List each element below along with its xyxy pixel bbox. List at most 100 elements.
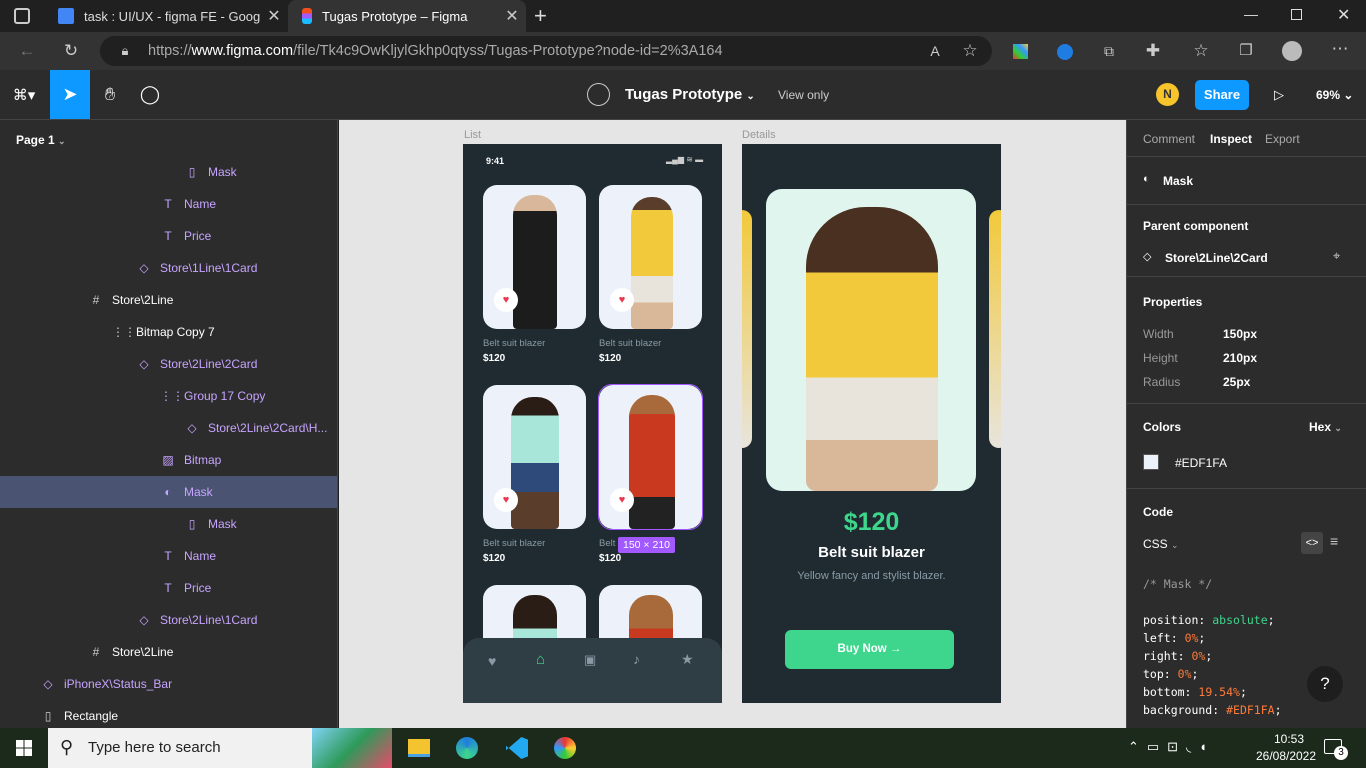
prop-value[interactable]: 210px [1223, 351, 1257, 365]
prop-value[interactable]: 25px [1223, 375, 1250, 389]
more-icon[interactable]: ⋯ [1325, 34, 1355, 64]
extensions-icon[interactable]: ✚ [1138, 36, 1168, 66]
tray-icons[interactable]: ⌃▭⊡◟◖ [1128, 739, 1215, 755]
buy-now-button[interactable]: Buy Now → [785, 630, 954, 669]
paint-icon[interactable] [554, 737, 576, 759]
layer-row[interactable]: T Price [0, 572, 337, 604]
back-icon[interactable]: ← [12, 36, 42, 66]
layer-row[interactable]: T Price [0, 220, 337, 252]
layer-row[interactable]: ⋮⋮ Bitmap Copy 7 [0, 316, 337, 348]
parent-name[interactable]: Store\2Line\2Card [1165, 251, 1268, 265]
hero-image [766, 189, 976, 491]
favorites-icon[interactable]: ☆ [1186, 36, 1216, 66]
extension-edge-icon[interactable] [1057, 44, 1073, 60]
code-view-icon[interactable]: <> [1301, 532, 1323, 554]
collections-icon[interactable]: ❐ [1231, 36, 1261, 66]
layer-row[interactable]: ◇ iPhoneX\Status_Bar [0, 668, 337, 700]
layer-row[interactable]: ◇ Store\2Line\1Card [0, 604, 337, 636]
layer-row[interactable]: ◇ Store\2Line\2Card\H... [0, 412, 337, 444]
frame-label-list[interactable]: List [464, 129, 481, 141]
help-button[interactable]: ? [1307, 666, 1343, 702]
tab-figma[interactable]: Tugas Prototype – Figma ✕ [288, 0, 526, 32]
layer-row[interactable]: # Store\2Line [0, 284, 337, 316]
heart-nav-icon[interactable]: ♥ [488, 653, 496, 669]
layer-row[interactable]: T Name [0, 188, 337, 220]
close-icon[interactable]: ✕ [498, 6, 526, 26]
move-tool-icon[interactable]: ➤ [50, 70, 90, 119]
layer-row[interactable]: ⋮⋮ Group 17 Copy [0, 380, 337, 412]
close-icon[interactable]: ✕ [260, 6, 288, 26]
minimize-icon[interactable]: — [1244, 6, 1258, 22]
profile-avatar[interactable] [1282, 41, 1302, 61]
figma-menu-icon[interactable]: ⌘▾ [4, 70, 44, 119]
layer-row[interactable]: T Name [0, 540, 337, 572]
product-card-image[interactable]: ♥ [483, 385, 586, 529]
layer-row[interactable]: ▯ Rectangle [0, 700, 337, 728]
vscode-icon[interactable] [506, 737, 528, 759]
extension-color-icon[interactable] [1013, 44, 1028, 59]
tab-inspect[interactable]: Inspect [1210, 132, 1252, 146]
url-field[interactable]: https://www.figma.com/file/Tk4c9OwKljylG… [100, 36, 992, 66]
extension-copy-icon[interactable]: ⧉ [1094, 36, 1124, 66]
bell-nav-icon[interactable]: ♪ [633, 651, 640, 667]
file-explorer-icon[interactable] [408, 739, 430, 757]
frame-list[interactable]: 9:41 ▂▄▆ ≋ ▬ ♥ Belt suit blazer $120 ♥ B… [463, 144, 722, 703]
product-card-image[interactable]: ♥ [483, 185, 586, 329]
tab-export[interactable]: Export [1265, 132, 1300, 146]
heart-icon[interactable]: ♥ [494, 488, 518, 512]
group-icon: ⋮⋮ [112, 325, 136, 339]
target-icon[interactable]: ⌖ [1333, 248, 1340, 264]
close-window-icon[interactable]: ✕ [1337, 5, 1350, 25]
frame-label-details[interactable]: Details [742, 129, 776, 141]
code-value: 19.54% [1198, 685, 1240, 699]
tab-actions-icon[interactable] [14, 8, 30, 24]
tab-google-docs[interactable]: task : UI/UX - figma FE - Google ✕ [48, 0, 288, 32]
refresh-icon[interactable]: ↻ [56, 36, 86, 66]
color-format-select[interactable]: Hex ⌄ [1309, 420, 1342, 434]
windows-start-icon[interactable] [16, 740, 32, 756]
heart-icon[interactable]: ♥ [610, 288, 634, 312]
canvas[interactable]: List Details 9:41 ▂▄▆ ≋ ▬ ♥ Belt suit bl… [339, 120, 1126, 728]
chat-nav-icon[interactable]: ▣ [584, 652, 596, 668]
url-prefix: https:// [148, 43, 192, 59]
layer-row[interactable]: ▯ Mask [0, 508, 337, 540]
tab-comment[interactable]: Comment [1143, 132, 1195, 146]
favorite-add-icon[interactable]: ☆ [955, 36, 985, 66]
layer-row[interactable]: ◇ Store\1Line\1Card [0, 252, 337, 284]
layer-row[interactable]: ▯ Mask [0, 156, 337, 188]
product-card-image[interactable]: ♥ [599, 185, 702, 329]
star-nav-icon[interactable]: ★ [681, 651, 694, 668]
color-value[interactable]: #EDF1FA [1175, 456, 1227, 470]
bottom-nav: ♥ ⌂ ▣ ♪ ★ [463, 638, 722, 703]
share-button[interactable]: Share [1195, 80, 1249, 110]
user-avatar[interactable]: N [1156, 83, 1179, 106]
list-view-icon[interactable]: ≡ [1330, 533, 1338, 549]
clock-date[interactable]: 26/08/2022 [1248, 749, 1324, 763]
maximize-icon[interactable] [1291, 9, 1302, 20]
rect-icon: ▯ [188, 517, 196, 531]
new-tab-icon[interactable]: + [534, 3, 547, 29]
layer-label: Store\2Line\2Card\H... [208, 421, 328, 435]
text-icon: T [164, 229, 172, 243]
zoom-level[interactable]: 69% ⌄ [1316, 88, 1353, 102]
layer-row[interactable]: ◇ Store\2Line\2Card [0, 348, 337, 380]
comment-tool-icon[interactable]: ◯ [130, 70, 170, 119]
layer-row[interactable]: # Store\2Line [0, 636, 337, 668]
layer-row[interactable]: ◐ Mask [0, 476, 337, 508]
file-title[interactable]: Tugas Prototype ⌄ [625, 86, 755, 103]
clock-time[interactable]: 10:53 [1264, 732, 1314, 746]
heart-icon[interactable]: ♥ [494, 288, 518, 312]
read-aloud-icon[interactable]: A [920, 36, 950, 66]
code-lang-select[interactable]: CSS ⌄ [1143, 537, 1179, 551]
edge-icon[interactable] [456, 737, 478, 759]
search-icon: ⚲ [60, 737, 74, 757]
hand-tool-icon[interactable]: ✋︎ [90, 70, 130, 119]
layer-row[interactable]: ▨ Bitmap [0, 444, 337, 476]
prop-value[interactable]: 150px [1223, 327, 1257, 341]
rect-icon: ▯ [44, 709, 52, 723]
notification-count: 3 [1334, 746, 1348, 760]
home-nav-icon[interactable]: ⌂ [536, 651, 545, 668]
frame-details[interactable]: $120 Belt suit blazer Yellow fancy and s… [742, 144, 1001, 703]
present-icon[interactable]: ▷ [1259, 70, 1299, 119]
page-selector[interactable]: Page 1 ⌄ [16, 133, 66, 147]
